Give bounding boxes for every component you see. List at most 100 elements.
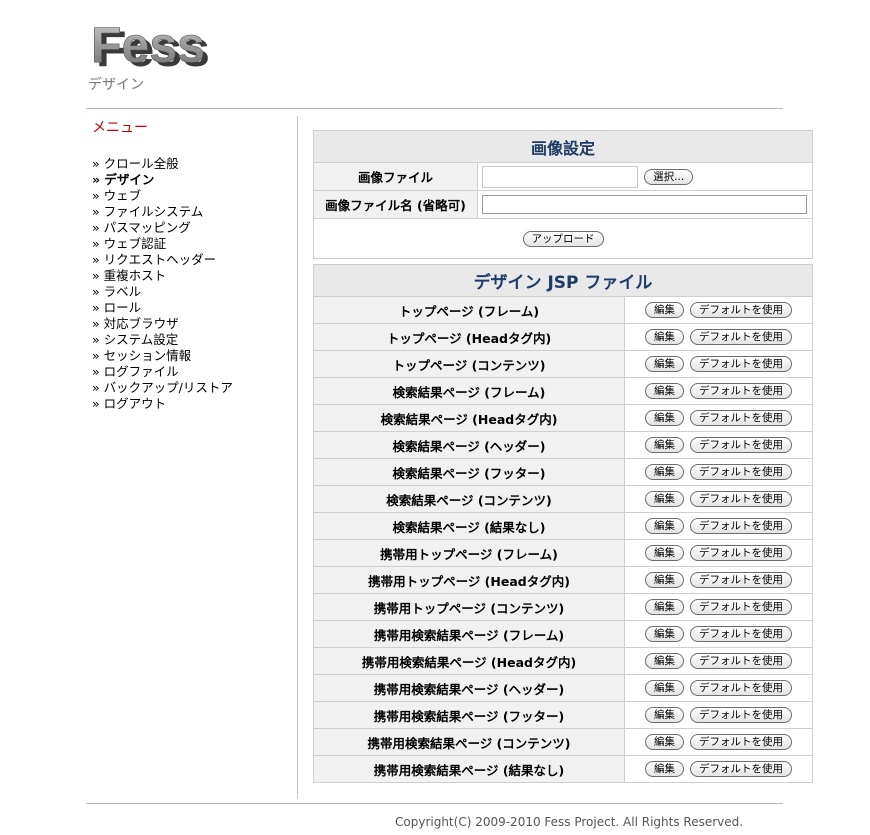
use-default-button[interactable]: デフォルトを使用 xyxy=(690,491,792,507)
sidebar-item-link[interactable]: » パスマッピング xyxy=(92,220,191,235)
use-default-button[interactable]: デフォルトを使用 xyxy=(690,599,792,615)
image-name-input[interactable] xyxy=(482,195,807,214)
jsp-file-name: 携帯用検索結果ページ (Headタグ内) xyxy=(313,647,625,675)
jsp-file-actions: 編集 デフォルトを使用 xyxy=(624,620,813,648)
sidebar-item-link[interactable]: » デザイン xyxy=(92,172,154,187)
edit-button[interactable]: 編集 xyxy=(645,653,684,669)
edit-button[interactable]: 編集 xyxy=(645,491,684,507)
edit-button[interactable]: 編集 xyxy=(645,356,684,372)
jsp-file-actions: 編集 デフォルトを使用 xyxy=(624,377,813,405)
sidebar-item: » ウェブ認証 xyxy=(92,236,292,252)
use-default-button[interactable]: デフォルトを使用 xyxy=(690,545,792,561)
jsp-file-actions: 編集 デフォルトを使用 xyxy=(624,323,813,351)
sidebar-item-link[interactable]: » ロール xyxy=(92,300,141,315)
sidebar-item-link[interactable]: » ログファイル xyxy=(92,364,179,379)
sidebar-item-link[interactable]: » 重複ホスト xyxy=(92,268,166,283)
use-default-button[interactable]: デフォルトを使用 xyxy=(690,653,792,669)
sidebar-item: » セッション情報 xyxy=(92,348,292,364)
sidebar-item: » システム設定 xyxy=(92,332,292,348)
sidebar-item: » リクエストヘッダー xyxy=(92,252,292,268)
edit-button[interactable]: 編集 xyxy=(645,734,684,750)
jsp-file-name: トップページ (コンテンツ) xyxy=(313,350,625,378)
jsp-file-row: トップページ (フレーム) 編集 デフォルトを使用 xyxy=(313,296,813,324)
upload-button[interactable]: アップロード xyxy=(522,230,604,247)
jsp-file-name: トップページ (フレーム) xyxy=(313,296,625,324)
jsp-file-name: 検索結果ページ (フレーム) xyxy=(313,377,625,405)
jsp-file-name: トップページ (Headタグ内) xyxy=(313,323,625,351)
jsp-file-name: 検索結果ページ (結果なし) xyxy=(313,512,625,540)
use-default-button[interactable]: デフォルトを使用 xyxy=(690,437,792,453)
use-default-button[interactable]: デフォルトを使用 xyxy=(690,302,792,318)
jsp-file-row: 検索結果ページ (結果なし) 編集 デフォルトを使用 xyxy=(313,512,813,540)
jsp-file-name: 検索結果ページ (コンテンツ) xyxy=(313,485,625,513)
select-file-button[interactable]: 選択... xyxy=(644,168,694,185)
use-default-button[interactable]: デフォルトを使用 xyxy=(690,572,792,588)
edit-button[interactable]: 編集 xyxy=(645,302,684,318)
edit-button[interactable]: 編集 xyxy=(645,707,684,723)
edit-button[interactable]: 編集 xyxy=(645,572,684,588)
sidebar-item: » 重複ホスト xyxy=(92,268,292,284)
sidebar-item: » ラベル xyxy=(92,284,292,300)
use-default-button[interactable]: デフォルトを使用 xyxy=(690,734,792,750)
edit-button[interactable]: 編集 xyxy=(645,437,684,453)
jsp-file-name: 携帯用検索結果ページ (フレーム) xyxy=(313,620,625,648)
jsp-file-actions: 編集 デフォルトを使用 xyxy=(624,755,813,783)
use-default-button[interactable]: デフォルトを使用 xyxy=(690,680,792,696)
use-default-button[interactable]: デフォルトを使用 xyxy=(690,626,792,642)
jsp-file-row: 検索結果ページ (ヘッダー) 編集 デフォルトを使用 xyxy=(313,431,813,459)
jsp-file-name: 検索結果ページ (フッター) xyxy=(313,458,625,486)
sidebar-item-link[interactable]: » クロール全般 xyxy=(92,156,179,171)
edit-button[interactable]: 編集 xyxy=(645,761,684,777)
sidebar-title: メニュー xyxy=(92,120,148,136)
use-default-button[interactable]: デフォルトを使用 xyxy=(690,761,792,777)
use-default-button[interactable]: デフォルトを使用 xyxy=(690,356,792,372)
edit-button[interactable]: 編集 xyxy=(645,518,684,534)
sidebar-item: » 対応ブラウザ xyxy=(92,316,292,332)
jsp-file-actions: 編集 デフォルトを使用 xyxy=(624,728,813,756)
edit-button[interactable]: 編集 xyxy=(645,680,684,696)
sidebar-item-link[interactable]: » ウェブ認証 xyxy=(92,236,166,251)
image-settings-title: 画像設定 xyxy=(313,130,813,163)
edit-button[interactable]: 編集 xyxy=(645,545,684,561)
sidebar-item-link[interactable]: » セッション情報 xyxy=(92,348,191,363)
use-default-button[interactable]: デフォルトを使用 xyxy=(690,518,792,534)
jsp-file-name: 携帯用トップページ (コンテンツ) xyxy=(313,593,625,621)
sidebar-item-link[interactable]: » バックアップ/リストア xyxy=(92,380,233,395)
use-default-button[interactable]: デフォルトを使用 xyxy=(690,329,792,345)
sidebar-item-link[interactable]: » リクエストヘッダー xyxy=(92,252,216,267)
use-default-button[interactable]: デフォルトを使用 xyxy=(690,707,792,723)
edit-button[interactable]: 編集 xyxy=(645,626,684,642)
sidebar-item-link[interactable]: » ファイルシステム xyxy=(92,204,203,219)
use-default-button[interactable]: デフォルトを使用 xyxy=(690,383,792,399)
sidebar-item: » ファイルシステム xyxy=(92,204,292,220)
sidebar-item-link[interactable]: » 対応ブラウザ xyxy=(92,316,179,331)
upload-cell: アップロード xyxy=(313,218,813,259)
image-file-input[interactable] xyxy=(482,165,638,188)
jsp-file-name: 携帯用検索結果ページ (ヘッダー) xyxy=(313,674,625,702)
jsp-file-row: 携帯用検索結果ページ (フッター) 編集 デフォルトを使用 xyxy=(313,701,813,729)
image-name-label: 画像ファイル名 (省略可) xyxy=(313,190,478,219)
jsp-file-list: トップページ (フレーム) 編集 デフォルトを使用 トップページ (Headタグ内) 編… xyxy=(313,296,813,783)
use-default-button[interactable]: デフォルトを使用 xyxy=(690,410,792,426)
edit-button[interactable]: 編集 xyxy=(645,329,684,345)
jsp-file-row: 検索結果ページ (Headタグ内) 編集 デフォルトを使用 xyxy=(313,404,813,432)
sidebar-item-link[interactable]: » ラベル xyxy=(92,284,141,299)
jsp-files-panel: デザイン JSP ファイル トップページ (フレーム) 編集 デフォルトを使用 トップ… xyxy=(313,264,813,783)
edit-button[interactable]: 編集 xyxy=(645,599,684,615)
fess-logo: Fess Fess xyxy=(91,17,210,72)
jsp-file-row: トップページ (コンテンツ) 編集 デフォルトを使用 xyxy=(313,350,813,378)
jsp-file-row: 携帯用検索結果ページ (フレーム) 編集 デフォルトを使用 xyxy=(313,620,813,648)
sidebar-divider xyxy=(297,116,298,798)
edit-button[interactable]: 編集 xyxy=(645,464,684,480)
jsp-file-actions: 編集 デフォルトを使用 xyxy=(624,350,813,378)
use-default-button[interactable]: デフォルトを使用 xyxy=(690,464,792,480)
jsp-file-actions: 編集 デフォルトを使用 xyxy=(624,701,813,729)
header-divider xyxy=(86,108,783,109)
jsp-file-row: 検索結果ページ (フレーム) 編集 デフォルトを使用 xyxy=(313,377,813,405)
sidebar-item-link[interactable]: » システム設定 xyxy=(92,332,178,347)
sidebar-item: » ログファイル xyxy=(92,364,292,380)
edit-button[interactable]: 編集 xyxy=(645,383,684,399)
sidebar-item-link[interactable]: » ログアウト xyxy=(92,396,166,411)
edit-button[interactable]: 編集 xyxy=(645,410,684,426)
sidebar-item-link[interactable]: » ウェブ xyxy=(92,188,141,203)
